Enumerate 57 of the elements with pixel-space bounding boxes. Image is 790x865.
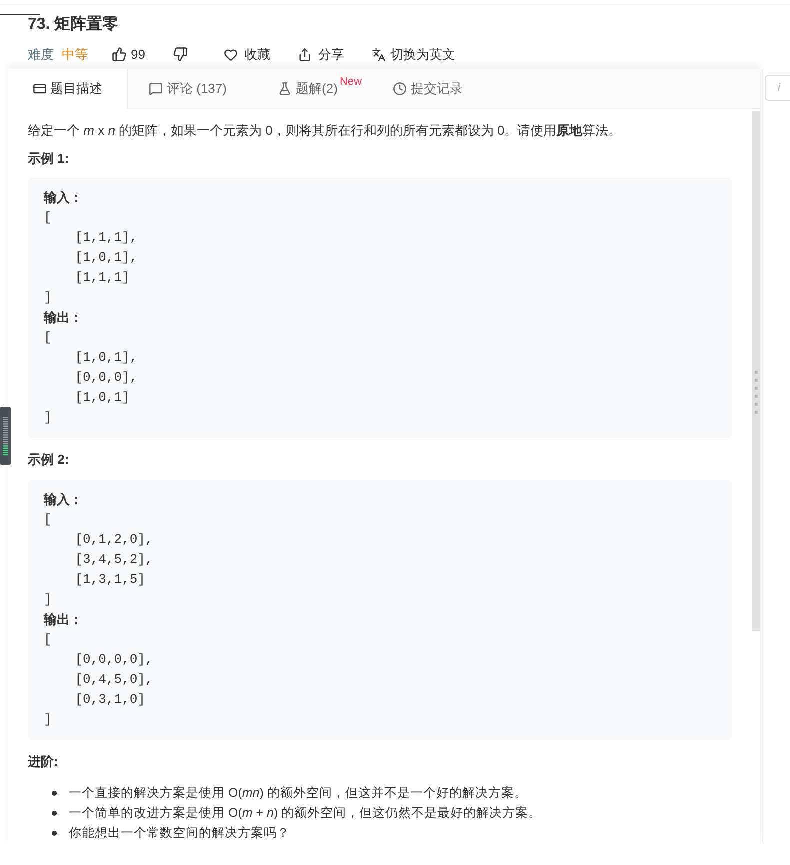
bullet-icon	[52, 810, 57, 816]
code-line: [0,0,0,0],	[74, 650, 154, 668]
share-button[interactable]: 分享	[298, 45, 344, 64]
dislike-button[interactable]	[173, 47, 188, 62]
thumbs-up-icon	[112, 47, 127, 62]
follow-up-item: 一个简单的改进方案是使用 O(m + n) 的额外空间，但这仍然不是最好的解决方案。	[69, 805, 542, 822]
drag-handle-icon	[755, 371, 758, 414]
example-heading: 示例 2:	[28, 451, 70, 469]
code-line: ]	[44, 289, 52, 307]
bullet-icon	[52, 830, 57, 836]
thumbs-down-icon	[173, 47, 188, 62]
difficulty-label: 难度	[28, 46, 54, 64]
code-label: 输入：	[44, 189, 83, 207]
follow-up-item: 一个直接的解决方案是使用 O(mn) 的额外空间，但这并不是一个好的解决方案。	[69, 785, 528, 802]
follow-up-heading: 进阶:	[28, 752, 58, 770]
code-line: [	[44, 209, 52, 227]
tab-icon	[149, 82, 164, 96]
code-line: ]	[44, 710, 52, 728]
code-line: [0,3,1,0]	[74, 690, 146, 708]
tab[interactable]: 评论 (137)	[128, 69, 248, 108]
share-icon	[298, 48, 312, 62]
like-button[interactable]: 99	[112, 45, 146, 64]
new-label: New	[340, 75, 362, 90]
code-line: [1,0,1]	[74, 389, 130, 407]
code-line: [1,1,1],	[74, 229, 138, 247]
code-line: [0,1,2,0],	[74, 530, 154, 548]
code-line: [0,0,0],	[74, 369, 138, 387]
code-line: ]	[44, 409, 52, 427]
code-line: [1,0,1],	[74, 249, 138, 267]
tab[interactable]: 题目描述	[8, 69, 128, 109]
code-line: [	[44, 630, 52, 648]
code-line: [1,1,1]	[74, 269, 130, 287]
code-line: [1,0,1],	[74, 349, 138, 367]
code-line: [3,4,5,2],	[74, 550, 154, 568]
heart-icon	[224, 48, 238, 62]
code-line: [0,4,5,0],	[74, 670, 154, 688]
code-label: 输出：	[44, 309, 83, 327]
code-label: 输入：	[44, 490, 83, 508]
side-widget-icon	[0, 407, 11, 465]
problem-description: 给定一个 m x n 的矩阵，如果一个元素为 0，则将其所在行和列的所有元素都设为 0。请使用原地算法。	[28, 122, 623, 140]
difficulty-value: 中等	[62, 46, 88, 64]
tab-icon	[393, 82, 407, 96]
code-line: [1,3,1,5]	[74, 570, 146, 588]
follow-up-item: 你能想出一个常数空间的解决方案吗？	[69, 825, 290, 842]
tab[interactable]: 提交记录	[368, 69, 488, 108]
code-line: [	[44, 510, 52, 528]
problem-title: 73. 矩阵置零	[28, 14, 119, 35]
tab-icon	[32, 82, 46, 96]
code-line: ]	[44, 590, 52, 608]
example-heading: 示例 1:	[28, 150, 70, 168]
language-button[interactable]: 切换为英文	[372, 45, 456, 64]
favorite-button[interactable]: 收藏	[224, 45, 270, 64]
translate-icon	[372, 48, 386, 62]
tab-icon	[278, 82, 292, 96]
code-label: 输出：	[44, 610, 83, 628]
bullet-icon	[52, 790, 57, 796]
code-line: [	[44, 329, 52, 347]
